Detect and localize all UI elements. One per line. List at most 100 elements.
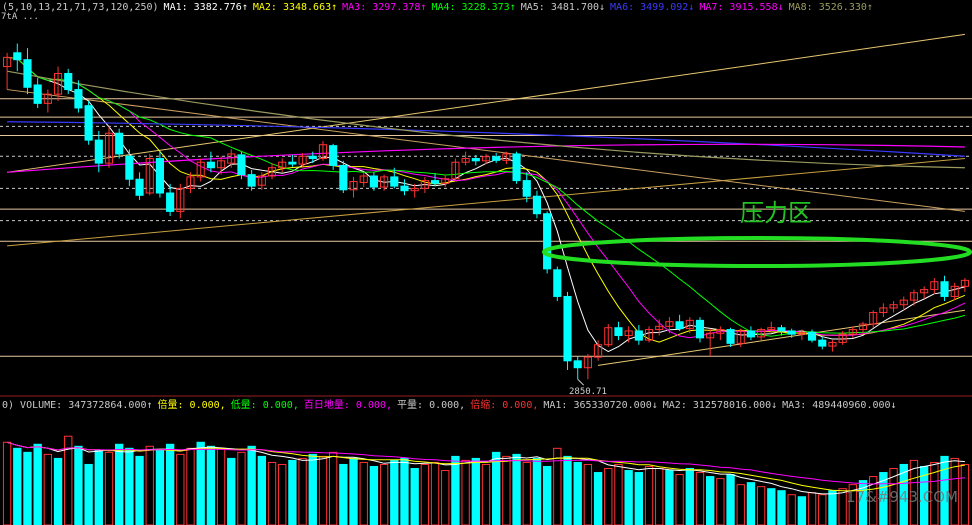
volume-bar-24 bbox=[247, 445, 256, 525]
volume-bar-3 bbox=[33, 443, 42, 525]
volume-bar-20 bbox=[206, 445, 216, 525]
candle-body-24 bbox=[247, 174, 256, 187]
volume-readout-1: 倍量: 0.000, bbox=[157, 400, 226, 411]
volume-bar-42 bbox=[430, 461, 440, 525]
candle-body-48 bbox=[492, 156, 501, 161]
ma-readout-4: MA4: 3228.373↑ bbox=[431, 2, 516, 13]
volume-bar-57 bbox=[583, 463, 593, 525]
candle-body-77 bbox=[787, 330, 796, 335]
candle-body-54 bbox=[553, 269, 562, 297]
corner-tag: 7tA ... bbox=[1, 12, 39, 22]
low-marker bbox=[577, 378, 585, 386]
candle-body-50 bbox=[512, 153, 521, 182]
volume-bar-7 bbox=[74, 445, 83, 525]
candle-body-71 bbox=[726, 329, 735, 344]
candle-body-2 bbox=[23, 59, 32, 88]
candle-body-53 bbox=[543, 213, 552, 270]
candle-body-46 bbox=[471, 158, 480, 162]
volume-bar-31 bbox=[318, 455, 328, 525]
volume-bar-36 bbox=[369, 465, 379, 525]
ma-readout-5: MA5: 3481.700↓ bbox=[520, 2, 606, 13]
candle-body-13 bbox=[135, 178, 144, 196]
ma3-line bbox=[7, 56, 966, 339]
volume-bar-72 bbox=[736, 484, 745, 525]
volume-bar-51 bbox=[522, 461, 531, 525]
volume-bar-9 bbox=[94, 449, 103, 525]
volume-bar-80 bbox=[818, 494, 827, 525]
volume-bar-46 bbox=[471, 457, 480, 525]
volume-bar-78 bbox=[797, 496, 807, 525]
candle-body-9 bbox=[94, 139, 103, 164]
volume-bar-29 bbox=[298, 457, 307, 525]
volume-bar-27 bbox=[278, 463, 287, 525]
ma-readout-7: MA7: 3915.558↓ bbox=[699, 2, 784, 13]
volume-bar-1 bbox=[13, 447, 22, 525]
volume-readout-4: 平量: 0.000, bbox=[397, 400, 466, 411]
volume-bar-28 bbox=[288, 459, 297, 525]
watermark: 17&#943.COM bbox=[846, 488, 958, 506]
volume-bar-94 bbox=[960, 463, 970, 525]
candle-body-52 bbox=[532, 195, 542, 215]
candle-body-51 bbox=[522, 180, 531, 197]
volume-bar-19 bbox=[196, 441, 205, 525]
volume-bar-68 bbox=[695, 472, 705, 525]
volume-bar-67 bbox=[685, 468, 694, 525]
volume-readout-5: 倍缩: 0.000, bbox=[470, 400, 539, 411]
volume-header: 0) VOLUME: 347372864.000↑ 倍量: 0.000, 低量: 0… bbox=[2, 400, 902, 412]
volume-bar-8 bbox=[84, 463, 93, 525]
candle-body-6 bbox=[64, 72, 73, 91]
trend-rising-upper bbox=[7, 33, 965, 173]
volume-bar-5 bbox=[53, 457, 63, 525]
candle-body-73 bbox=[746, 330, 755, 338]
volume-bar-71 bbox=[726, 474, 735, 525]
volume-bar-14 bbox=[145, 445, 154, 525]
volume-bar-41 bbox=[420, 463, 430, 525]
volume-readout-8: MA3: 489440960.000↓ bbox=[782, 400, 897, 411]
candle-body-56 bbox=[573, 360, 582, 369]
candle-body-36 bbox=[369, 175, 378, 188]
volume-bar-56 bbox=[573, 461, 582, 525]
candle-body-1 bbox=[13, 52, 22, 61]
pressure-zone-ellipse bbox=[542, 236, 972, 268]
volume-bar-35 bbox=[359, 461, 368, 525]
volume-bar-60 bbox=[614, 463, 623, 525]
volume-bar-26 bbox=[267, 461, 277, 525]
volume-bar-16 bbox=[165, 443, 175, 525]
volume-bar-50 bbox=[512, 453, 521, 525]
volume-ma3-line bbox=[6, 441, 965, 485]
volume-bar-12 bbox=[125, 447, 134, 525]
volume-bar-18 bbox=[186, 447, 195, 525]
candle-body-15 bbox=[155, 158, 165, 194]
ma2-line bbox=[7, 56, 966, 343]
candle-body-20 bbox=[206, 161, 215, 169]
candle-body-76 bbox=[777, 327, 786, 332]
ma-readout-2: MA2: 3348.663↑ bbox=[252, 2, 338, 13]
candle-body-66 bbox=[675, 321, 684, 330]
volume-bar-69 bbox=[706, 476, 715, 525]
stock-chart bbox=[0, 33, 972, 525]
candle-body-79 bbox=[807, 331, 817, 341]
volume-bar-70 bbox=[716, 478, 725, 525]
volume-bar-10 bbox=[104, 451, 114, 525]
volume-bar-32 bbox=[328, 451, 338, 525]
candle-body-60 bbox=[614, 327, 623, 337]
candle-body-30 bbox=[308, 155, 317, 160]
candle-body-3 bbox=[33, 84, 42, 104]
price-ma-header: (5,10,13,21,71,73,120,250) MA1: 3382.776↑… bbox=[2, 2, 878, 14]
volume-bar-17 bbox=[176, 453, 185, 525]
volume-bar-47 bbox=[481, 463, 491, 525]
volume-bar-76 bbox=[777, 490, 786, 525]
pressure-zone-label: 压力区 bbox=[740, 199, 812, 227]
volume-bar-38 bbox=[390, 459, 399, 525]
volume-bar-61 bbox=[624, 470, 633, 525]
candle-body-62 bbox=[634, 330, 643, 341]
volume-bar-15 bbox=[155, 449, 165, 525]
ma-readout-3: MA3: 3297.378↑ bbox=[342, 2, 427, 13]
volume-bar-11 bbox=[115, 443, 124, 525]
ma-readout-6: MA6: 3499.092↓ bbox=[610, 2, 695, 13]
volume-bar-43 bbox=[441, 470, 450, 525]
volume-bar-81 bbox=[828, 490, 837, 525]
volume-bar-13 bbox=[135, 455, 144, 525]
ma8-line bbox=[6, 70, 965, 169]
volume-readout-3: 百日地量: 0.000, bbox=[303, 400, 393, 411]
